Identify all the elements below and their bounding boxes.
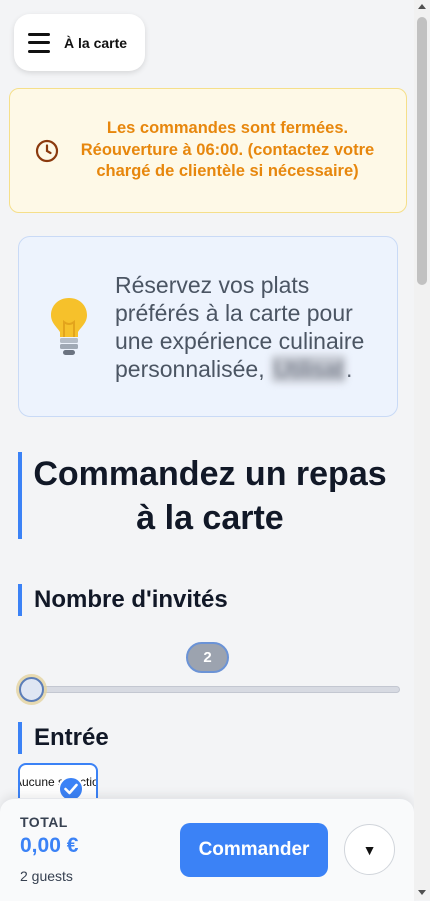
guests-slider-thumb[interactable] [19, 677, 44, 702]
menu-button[interactable]: À la carte [14, 14, 145, 71]
info-card: Réservez vos plats préférés à la carte p… [18, 236, 398, 417]
order-summary-bar: TOTAL 0,00 € 2 guests Commander ▼ [0, 798, 414, 901]
orders-closed-text: Les commandes sont fermées. Réouverture … [80, 119, 375, 181]
info-trailing: . [346, 355, 353, 382]
page-scrollbar[interactable] [414, 0, 430, 900]
clock-icon [35, 139, 59, 162]
hamburger-icon [28, 32, 50, 53]
order-button[interactable]: Commander [180, 823, 328, 877]
scrollbar-thumb[interactable] [417, 17, 427, 285]
entree-heading: Entrée [18, 722, 109, 754]
chevron-down-icon: ▼ [362, 841, 377, 858]
guests-heading: Nombre d'invités [18, 584, 228, 616]
guests-count-text: 2 guests [20, 868, 73, 884]
guests-slider-track[interactable] [22, 686, 400, 693]
page-content: À la carte Les commandes sont fermées. R… [0, 0, 414, 901]
lightbulb-icon [51, 297, 87, 355]
expand-summary-button[interactable]: ▼ [344, 824, 395, 875]
scroll-down-arrow-icon[interactable] [418, 890, 426, 895]
guests-value-badge: 2 [186, 642, 229, 673]
total-value: 0,00 € [20, 834, 79, 857]
orders-closed-banner: Les commandes sont fermées. Réouverture … [9, 88, 407, 213]
scroll-up-arrow-icon[interactable] [418, 4, 426, 9]
menu-label: À la carte [64, 34, 128, 51]
total-label: TOTAL [20, 814, 68, 830]
info-text: Réservez vos plats préférés à la carte p… [115, 271, 385, 383]
user-name-redacted: Utilisat [271, 354, 347, 383]
page-title: Commandez un repas à la carte [18, 452, 398, 539]
